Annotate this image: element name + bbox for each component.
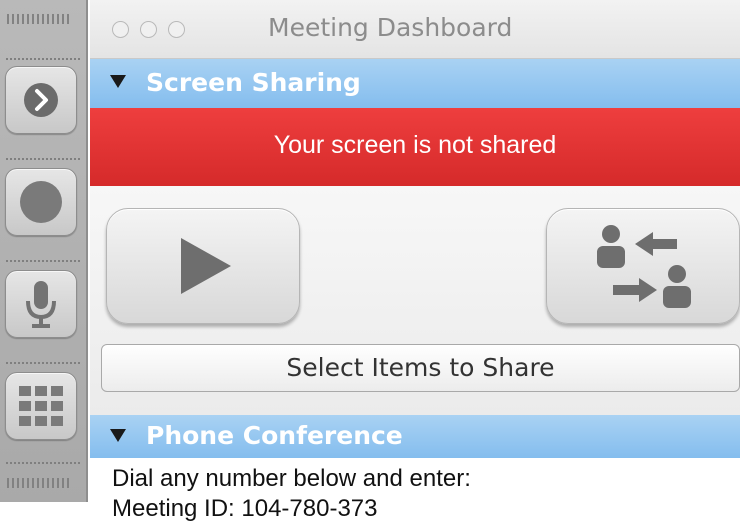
swap-presenter-icon bbox=[597, 225, 691, 308]
toolbar-microphone-button[interactable] bbox=[5, 270, 77, 338]
dial-instructions: Dial any number below and enter: bbox=[112, 465, 471, 492]
phone-conference-title: Phone Conference bbox=[146, 421, 403, 450]
close-window-button[interactable] bbox=[112, 21, 129, 38]
disclosure-triangle-icon[interactable] bbox=[110, 429, 126, 442]
toolbar-divider bbox=[6, 462, 80, 464]
toolbar-grip-bottom[interactable] bbox=[7, 478, 71, 488]
left-toolbar bbox=[0, 0, 88, 502]
screen-sharing-header[interactable]: Screen Sharing bbox=[90, 59, 740, 108]
meeting-dashboard-window: Meeting Dashboard Screen Sharing Your sc… bbox=[90, 0, 740, 522]
toolbar-divider bbox=[6, 58, 80, 60]
disclosure-triangle-icon[interactable] bbox=[110, 75, 126, 88]
change-presenter-button[interactable] bbox=[546, 208, 740, 324]
meeting-id-text: Meeting ID: 104-780-373 bbox=[112, 495, 378, 522]
toolbar-apps-button[interactable] bbox=[5, 372, 77, 440]
screen-sharing-panel: Select Items to Share bbox=[90, 186, 740, 415]
grid-icon bbox=[19, 386, 63, 426]
record-icon bbox=[20, 181, 62, 223]
play-icon bbox=[181, 238, 231, 294]
window-title: Meeting Dashboard bbox=[268, 13, 513, 42]
toolbar-divider bbox=[6, 260, 80, 262]
title-bar[interactable]: Meeting Dashboard bbox=[90, 0, 740, 59]
toolbar-record-button[interactable] bbox=[5, 168, 77, 236]
chevron-right-icon bbox=[24, 83, 58, 117]
sharing-status-text: Your screen is not shared bbox=[273, 131, 557, 159]
minimize-window-button[interactable] bbox=[140, 21, 157, 38]
start-sharing-button[interactable] bbox=[106, 208, 300, 324]
phone-conference-header[interactable]: Phone Conference bbox=[90, 415, 740, 458]
select-items-to-share-button[interactable]: Select Items to Share bbox=[101, 344, 740, 392]
toolbar-grip-top[interactable] bbox=[7, 14, 71, 24]
toolbar-divider bbox=[6, 362, 80, 364]
toolbar-expand-button[interactable] bbox=[5, 66, 77, 134]
sharing-status-banner: Your screen is not shared bbox=[90, 108, 740, 186]
screen-sharing-title: Screen Sharing bbox=[146, 68, 361, 97]
microphone-icon bbox=[26, 281, 56, 328]
zoom-window-button[interactable] bbox=[168, 21, 185, 38]
toolbar-divider bbox=[6, 158, 80, 160]
